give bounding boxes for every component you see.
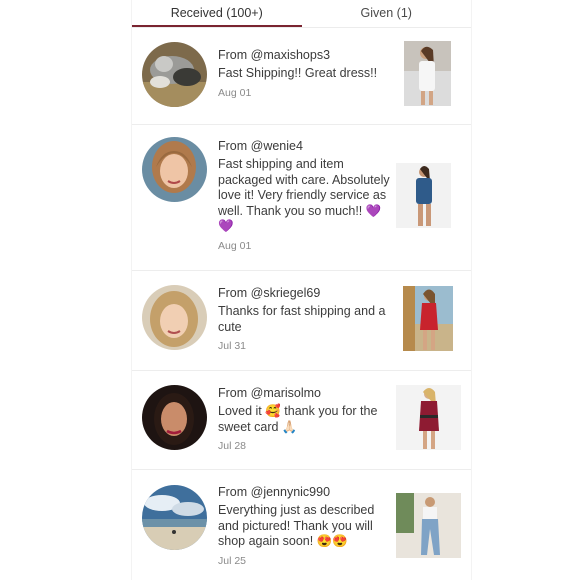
tab-received[interactable]: Received (100+) <box>132 0 302 27</box>
avatar-photo-woman <box>142 285 207 350</box>
review-item: From @wenie4 Fast shipping and item pack… <box>132 125 471 271</box>
product-thumbnail[interactable] <box>396 493 461 558</box>
review-date: Aug 01 <box>218 239 252 252</box>
reviewer-handle[interactable]: From @marisolmo <box>218 385 390 401</box>
reviewer-handle[interactable]: From @maxishops3 <box>218 47 390 63</box>
reviewer-handle[interactable]: From @jennynic990 <box>218 484 390 500</box>
review-text: Fast shipping and item packaged with car… <box>218 157 390 233</box>
reviewer-handle[interactable]: From @wenie4 <box>218 138 390 154</box>
product-thumbnail[interactable] <box>396 385 461 450</box>
review-item: From @jennynic990 Everything just as des… <box>132 470 471 580</box>
review-content: From @maxishops3 Fast Shipping!! Great d… <box>218 47 390 99</box>
product-photo-white-dress <box>404 41 451 106</box>
review-date: Jul 28 <box>218 440 247 452</box>
avatar[interactable] <box>142 42 207 107</box>
tab-given[interactable]: Given (1) <box>302 0 472 27</box>
avatar[interactable] <box>142 137 207 202</box>
product-photo-burgundy-dress <box>396 385 461 450</box>
review-item: From @skriegel69 Thanks for fast shippin… <box>132 271 471 371</box>
reviews-panel: Received (100+) Given (1) From @maxishop… <box>131 0 472 580</box>
product-photo-denim-romper <box>396 163 451 228</box>
review-item: From @maxishops3 Fast Shipping!! Great d… <box>132 28 471 125</box>
review-text: Fast Shipping!! Great dress!! <box>218 66 378 80</box>
reviewer-handle[interactable]: From @skriegel69 <box>218 285 390 301</box>
avatar-photo-woman <box>142 385 207 450</box>
product-thumbnail[interactable] <box>403 286 453 351</box>
avatar-photo-pets <box>142 42 207 107</box>
review-item: From @marisolmo Loved it 🥰 thank you for… <box>132 371 471 470</box>
avatar[interactable] <box>142 485 207 550</box>
review-date: Jul 31 <box>218 340 247 352</box>
review-text: Everything just as described and picture… <box>218 503 375 548</box>
avatar[interactable] <box>142 285 207 350</box>
review-text: Thanks for fast shipping and a cute <box>218 304 386 334</box>
review-tabs: Received (100+) Given (1) <box>132 0 471 27</box>
review-content: From @wenie4 Fast shipping and item pack… <box>218 138 390 252</box>
review-content: From @skriegel69 Thanks for fast shippin… <box>218 285 390 352</box>
review-date: Jul 25 <box>218 554 247 567</box>
review-text: Loved it 🥰 thank you for the sweet card … <box>218 404 378 434</box>
product-thumbnail[interactable] <box>404 41 451 106</box>
product-photo-jeans <box>396 493 461 558</box>
review-content: From @marisolmo Loved it 🥰 thank you for… <box>218 385 390 452</box>
avatar[interactable] <box>142 385 207 450</box>
review-content: From @jennynic990 Everything just as des… <box>218 484 390 567</box>
review-date: Aug 01 <box>218 86 252 99</box>
avatar-photo-beach <box>142 485 207 550</box>
product-photo-red-dress <box>403 286 453 351</box>
avatar-photo-woman <box>142 137 207 202</box>
product-thumbnail[interactable] <box>396 163 451 228</box>
